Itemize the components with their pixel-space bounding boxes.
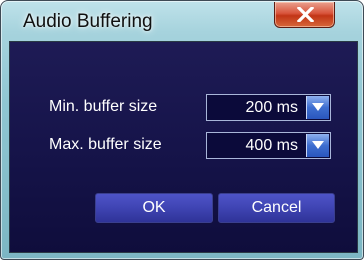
close-icon: [297, 7, 314, 22]
max-buffer-value: 400 ms: [245, 137, 298, 154]
min-buffer-label: Min. buffer size: [49, 98, 158, 115]
max-buffer-label: Max. buffer size: [49, 136, 162, 153]
max-buffer-dropdown-button[interactable]: [306, 134, 329, 157]
chevron-down-icon: [312, 103, 324, 111]
dialog-content: Min. buffer size 200 ms Max. buffer size…: [9, 41, 358, 253]
max-buffer-select[interactable]: 400 ms: [206, 132, 331, 159]
min-buffer-select[interactable]: 200 ms: [206, 94, 331, 121]
chevron-down-icon: [312, 141, 324, 149]
close-button[interactable]: [274, 2, 335, 28]
min-buffer-dropdown-button[interactable]: [306, 96, 329, 119]
ok-button[interactable]: OK: [95, 193, 213, 223]
audio-buffering-dialog: Audio Buffering Min. buffer size 200 ms …: [0, 0, 364, 260]
title-bar: Audio Buffering: [1, 1, 363, 41]
dialog-title: Audio Buffering: [23, 11, 153, 32]
min-buffer-value: 200 ms: [245, 99, 298, 116]
cancel-button[interactable]: Cancel: [218, 193, 335, 223]
